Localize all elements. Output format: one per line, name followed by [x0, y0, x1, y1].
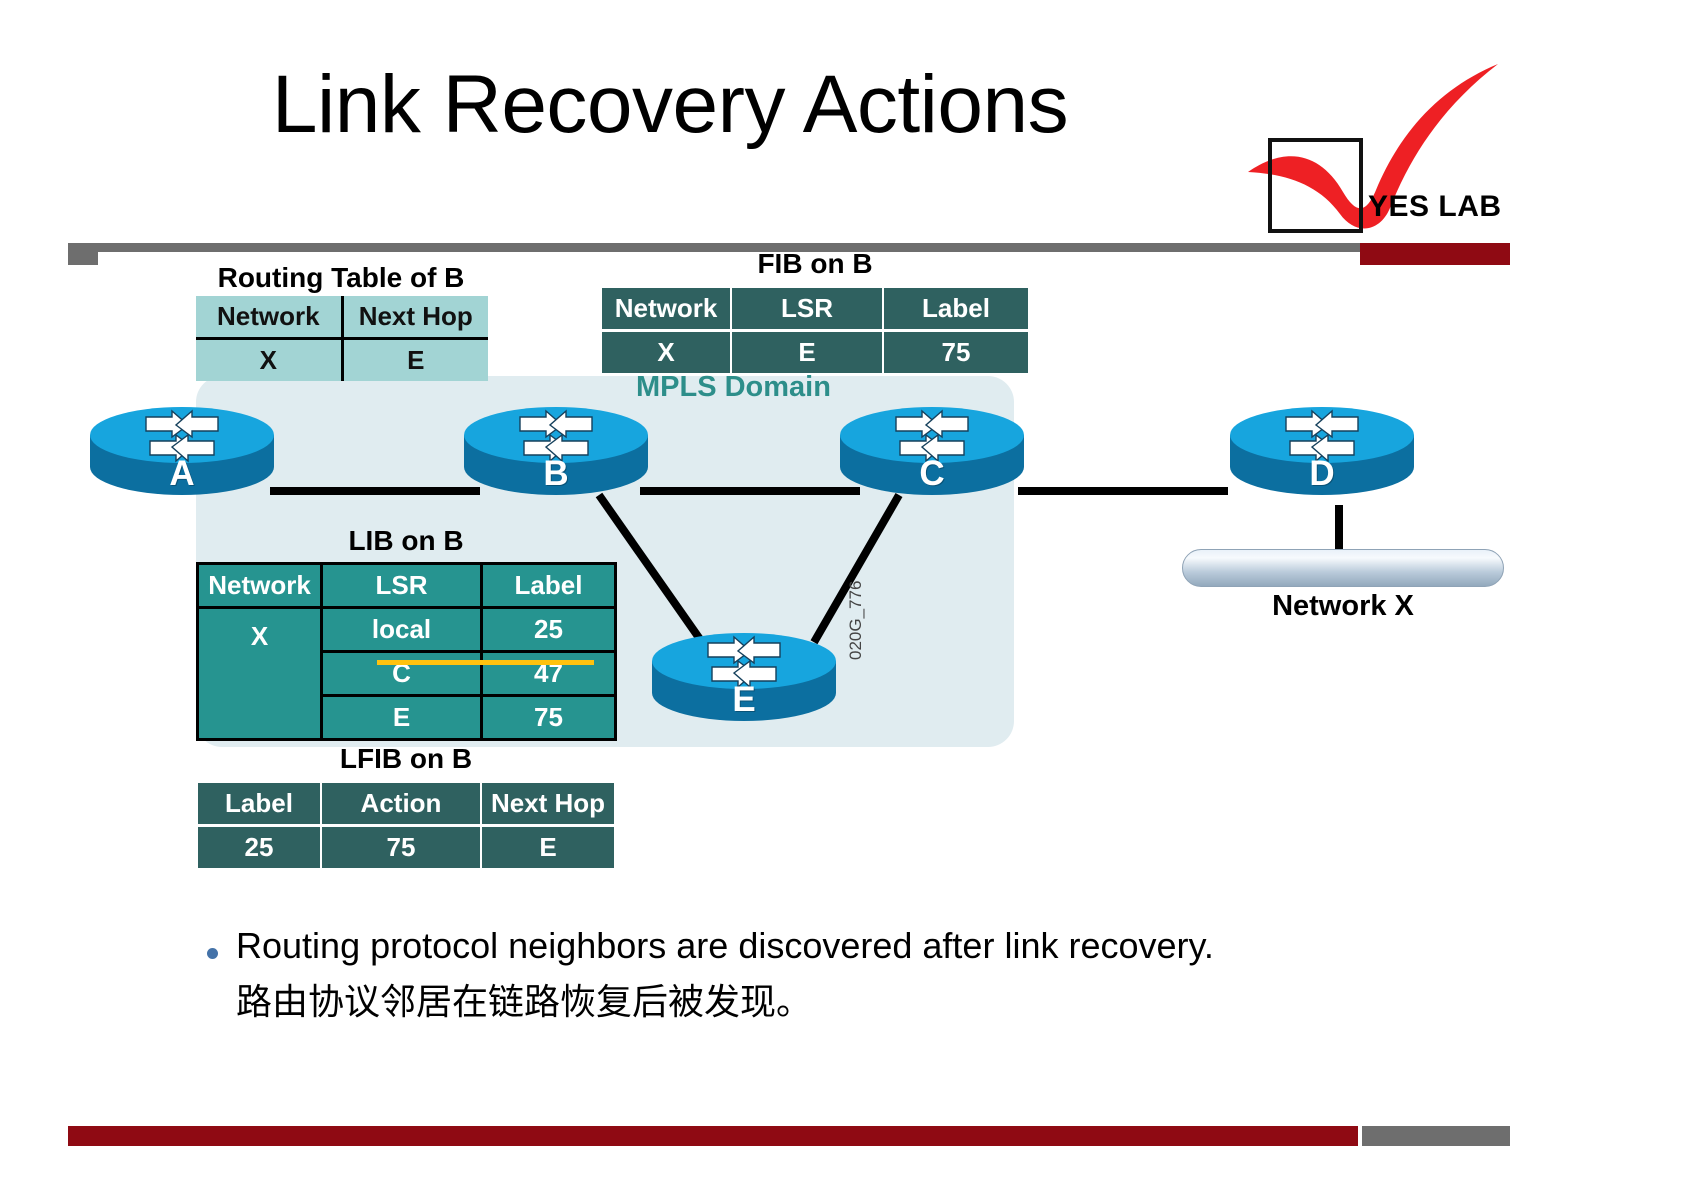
table-row: X E [196, 338, 488, 381]
cell-lsr: C [320, 650, 483, 697]
link-c-d [1018, 487, 1228, 495]
slide-canvas: Link Recovery Actions YES LAB MPLS Domai… [0, 0, 1683, 1190]
figure-reference: 020G_776 [846, 580, 865, 660]
lfib-table-caption: LFIB on B [339, 743, 473, 774]
col-header-network: Network [196, 296, 344, 340]
router-label: A [169, 454, 195, 493]
col-header-lsr: LSR [320, 562, 483, 609]
lan-segment-bar [1182, 549, 1504, 587]
router-e[interactable]: E [650, 613, 838, 721]
header-rule-cap [68, 243, 98, 265]
router-d[interactable]: D [1228, 387, 1416, 495]
cell-label: 75 [882, 329, 1030, 375]
table-header-row: Network LSR Label [600, 286, 1030, 332]
table-header-row: Network Next Hop [196, 296, 488, 340]
col-header-network: Network [196, 562, 323, 609]
router-label: C [919, 454, 945, 493]
header-rule-accent [1360, 243, 1510, 265]
col-header-label: Label [196, 781, 322, 827]
bullet-text-en: Routing protocol neighbors are discovere… [236, 925, 1214, 966]
bullet-marker [207, 948, 218, 959]
cell-label: 25 [196, 824, 322, 870]
cell-label: 25 [480, 606, 617, 653]
router-label: D [1309, 454, 1335, 493]
yes-lab-logo: YES LAB [1240, 60, 1510, 240]
lib-on-b-table: Network LSR Label X local 25 C 47 E 75 [196, 562, 617, 741]
fib-on-b-table: Network LSR Label X E 75 [600, 286, 1030, 375]
col-header-network: Network [600, 286, 732, 332]
bullet-text-zh: 路由协议邻居在链路恢复后被发现。 [236, 982, 813, 1023]
table-row: X E 75 [600, 329, 1030, 375]
link-a-b [270, 487, 480, 495]
routing-table-of-b: Network Next Hop X E [196, 296, 488, 381]
table-row: X local 25 [196, 606, 617, 741]
table-row: 25 75 E [196, 824, 616, 870]
col-header-lsr: LSR [730, 286, 884, 332]
cell-network: X [600, 329, 732, 375]
table-header-row: Label Action Next Hop [196, 781, 616, 827]
mpls-domain-label: MPLS Domain [636, 371, 831, 403]
col-header-next-hop: Next Hop [480, 781, 616, 827]
lib-table-caption: LIB on B [348, 525, 464, 556]
router-label: E [732, 680, 756, 719]
cell-next-hop: E [480, 824, 616, 870]
footer-bar-grey [1362, 1126, 1510, 1146]
link-b-c [640, 487, 860, 495]
col-header-label: Label [480, 562, 617, 609]
col-header-next-hop: Next Hop [342, 296, 488, 340]
table-header-row: Network LSR Label [196, 562, 617, 609]
cell-network: X [196, 338, 344, 381]
footer-bar-red [68, 1126, 1358, 1146]
logo-square [1268, 138, 1363, 233]
lfib-on-b-table: Label Action Next Hop 25 75 E [196, 781, 616, 870]
routing-table-caption: Routing Table of B [217, 262, 465, 293]
cell-lsr: E [320, 694, 483, 741]
cell-lsr: local [320, 606, 483, 653]
cell-network: X [196, 606, 323, 741]
col-header-label: Label [882, 286, 1030, 332]
cell-next-hop: E [342, 338, 488, 381]
cell-action: 75 [320, 824, 482, 870]
router-label: B [543, 454, 569, 493]
router-c[interactable]: C [838, 387, 1026, 495]
cell-lsr: E [730, 329, 884, 375]
cell-label: 47 [480, 650, 617, 697]
router-a[interactable]: A [88, 387, 276, 495]
lib-row-strikethrough [377, 660, 594, 665]
col-header-action: Action [320, 781, 482, 827]
network-x-label: Network X [1272, 590, 1414, 622]
page-title: Link Recovery Actions [271, 59, 1069, 150]
cell-label: 75 [480, 694, 617, 741]
fib-table-caption: FIB on B [757, 248, 873, 279]
logo-text: YES LAB [1368, 190, 1502, 223]
router-b[interactable]: B [462, 387, 650, 495]
